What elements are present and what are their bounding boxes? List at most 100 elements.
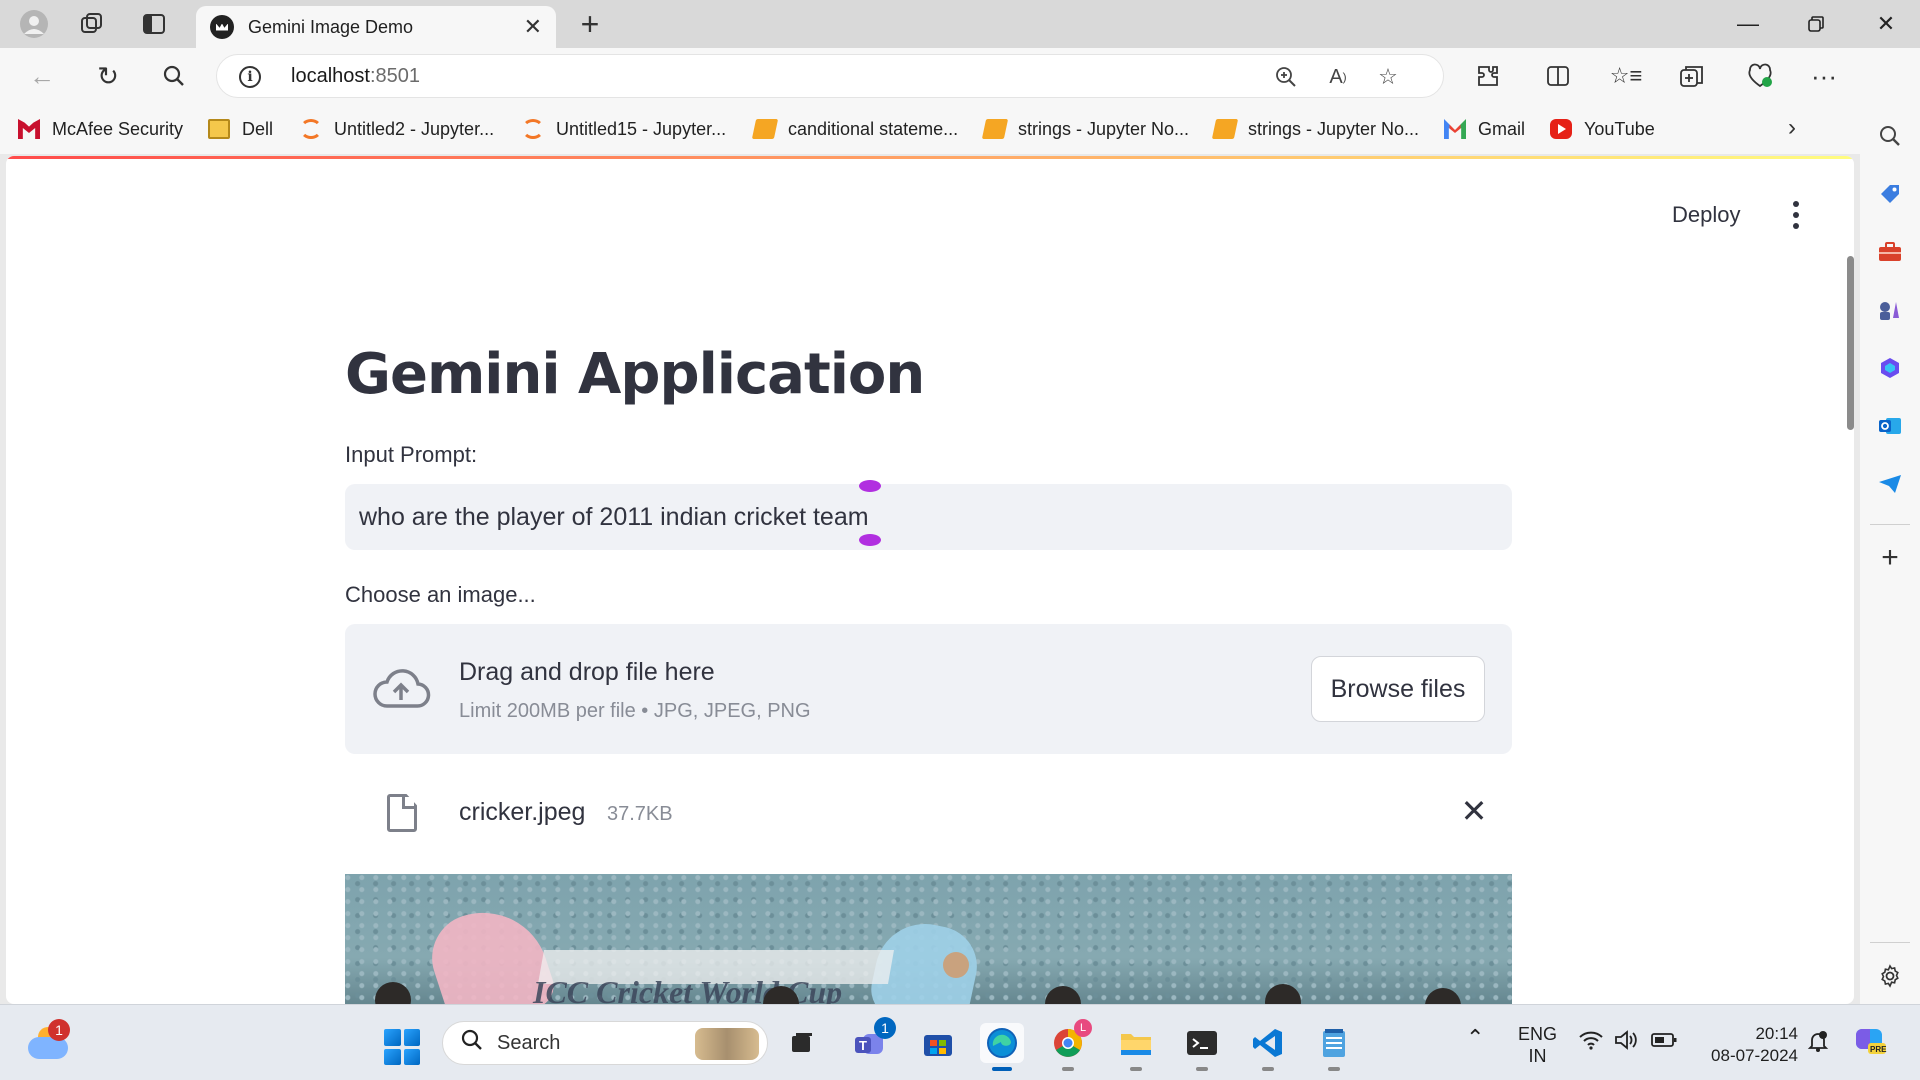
battery-icon[interactable] bbox=[1650, 1031, 1678, 1054]
copilot-preview-icon[interactable]: PRE bbox=[1854, 1025, 1888, 1062]
vscode-icon[interactable] bbox=[1246, 1023, 1290, 1071]
prompt-label: Input Prompt: bbox=[345, 442, 478, 467]
send-paper-plane-icon[interactable] bbox=[1868, 462, 1912, 506]
bookmark-conditional[interactable]: canditional stateme... bbox=[751, 116, 958, 142]
prompt-input-value: who are the player of 2011 indian cricke… bbox=[359, 502, 869, 531]
uploaded-file-item: cricker.jpeg 37.7KB ✕ bbox=[345, 776, 1512, 848]
bookmark-untitled15[interactable]: Untitled15 - Jupyter... bbox=[522, 116, 726, 142]
close-window-button[interactable]: ✕ bbox=[1852, 0, 1920, 48]
search-icon[interactable] bbox=[152, 56, 196, 96]
bookmark-gmail[interactable]: Gmail bbox=[1444, 116, 1525, 142]
extensions-icon[interactable] bbox=[1466, 56, 1510, 96]
bookmark-dell[interactable]: Dell bbox=[208, 116, 273, 142]
minimize-window-button[interactable]: — bbox=[1714, 0, 1782, 48]
image-player-head bbox=[375, 982, 411, 1004]
games-icon[interactable] bbox=[1868, 288, 1912, 332]
zoom-icon[interactable] bbox=[1269, 61, 1303, 93]
tools-briefcase-icon[interactable] bbox=[1868, 230, 1912, 274]
vertical-tabs-icon[interactable] bbox=[128, 6, 180, 42]
dropzone-limit-text: Limit 200MB per file • JPG, JPEG, PNG bbox=[459, 700, 811, 722]
bookmark-youtube[interactable]: YouTube bbox=[1550, 116, 1655, 142]
wifi-icon[interactable] bbox=[1578, 1029, 1604, 1056]
bookmark-mcafee[interactable]: McAfee Security bbox=[18, 116, 183, 142]
terminal-icon[interactable] bbox=[1180, 1023, 1224, 1071]
page-viewport: Deploy Gemini Application Input Prompt: … bbox=[6, 156, 1854, 1004]
jupyter-icon bbox=[522, 119, 544, 139]
outlook-icon[interactable] bbox=[1868, 404, 1912, 448]
file-explorer-icon[interactable] bbox=[1114, 1023, 1158, 1071]
input-language-indicator[interactable]: ENG IN bbox=[1518, 1023, 1557, 1067]
restore-window-button[interactable] bbox=[1782, 0, 1850, 48]
tab-gemini-image-demo[interactable]: Gemini Image Demo ✕ bbox=[196, 6, 556, 48]
site-info-icon[interactable]: i bbox=[239, 66, 261, 88]
url-text: localhost:8501 bbox=[291, 65, 420, 88]
show-hidden-icons-chevron-up-icon[interactable]: ⌃ bbox=[1466, 1027, 1484, 1049]
image-player-fist bbox=[943, 952, 969, 978]
favorite-star-icon[interactable]: ☆ bbox=[1371, 61, 1405, 93]
refresh-icon[interactable]: ↻ bbox=[86, 56, 130, 96]
microsoft-store-icon[interactable] bbox=[916, 1023, 960, 1063]
main-menu-kebab-icon[interactable] bbox=[1786, 198, 1806, 232]
uploaded-file-name: cricker.jpeg bbox=[459, 798, 586, 826]
notepad-icon[interactable] bbox=[1312, 1023, 1356, 1071]
browse-files-button[interactable]: Browse files bbox=[1311, 656, 1485, 722]
browser-toolbar: ← ↻ i localhost:8501 A) ☆ ☆≡ ··· bbox=[0, 48, 1920, 142]
more-options-icon[interactable]: ··· bbox=[1802, 56, 1846, 96]
collections-icon[interactable] bbox=[1670, 56, 1714, 96]
browser-essentials-icon[interactable] bbox=[1738, 56, 1782, 96]
sidebar-search-icon[interactable] bbox=[1868, 114, 1912, 158]
deploy-button[interactable]: Deploy bbox=[1672, 202, 1740, 228]
favorites-list-icon[interactable]: ☆≡ bbox=[1604, 56, 1648, 96]
windows-start-icon[interactable] bbox=[384, 1029, 420, 1065]
remove-file-close-icon[interactable]: ✕ bbox=[1457, 793, 1491, 829]
bookmark-strings-2[interactable]: strings - Jupyter No... bbox=[1211, 116, 1419, 142]
file-dropzone[interactable]: Drag and drop file here Limit 200MB per … bbox=[345, 624, 1512, 754]
microsoft365-icon[interactable] bbox=[1868, 346, 1912, 390]
sidebar-settings-gear-icon[interactable] bbox=[1868, 954, 1912, 998]
read-aloud-icon[interactable]: A) bbox=[1321, 61, 1355, 93]
teams-icon[interactable]: T 1 bbox=[848, 1017, 896, 1063]
taskbar-search-box[interactable]: Search bbox=[442, 1021, 768, 1065]
active-app-indicator bbox=[992, 1067, 1012, 1071]
url-port: :8501 bbox=[369, 65, 420, 87]
edge-browser-icon[interactable] bbox=[980, 1023, 1024, 1071]
gmail-icon bbox=[1444, 119, 1466, 139]
text-selection-handle-bottom[interactable] bbox=[859, 534, 881, 546]
shopping-tag-icon[interactable] bbox=[1868, 172, 1912, 216]
bookmark-label: Untitled2 - Jupyter... bbox=[334, 118, 495, 139]
bookmark-untitled2[interactable]: Untitled2 - Jupyter... bbox=[300, 116, 494, 142]
running-app-indicator bbox=[1262, 1067, 1274, 1071]
bookmark-label: Dell bbox=[242, 118, 274, 139]
prompt-input[interactable]: who are the player of 2011 indian cricke… bbox=[345, 484, 1512, 550]
system-clock[interactable]: 20:14 08-07-2024 bbox=[1688, 1023, 1798, 1067]
back-arrow-icon[interactable]: ← bbox=[20, 56, 64, 96]
task-view-icon[interactable] bbox=[780, 1023, 824, 1063]
notifications-bell-icon[interactable] bbox=[1806, 1029, 1830, 1058]
page-scrollbar-thumb[interactable] bbox=[1847, 256, 1854, 430]
split-screen-icon[interactable] bbox=[1536, 56, 1580, 96]
profile-icon[interactable] bbox=[8, 6, 60, 42]
chrome-profile-badge: L bbox=[1074, 1019, 1092, 1037]
clock-time: 20:14 bbox=[1755, 1024, 1798, 1043]
windows-taskbar: 1 Search T 1 L ⌃ ENG IN 20:14 08-07-2024… bbox=[0, 1004, 1920, 1080]
notebook-icon bbox=[1211, 119, 1239, 139]
chevron-right-icon[interactable]: › bbox=[1788, 114, 1796, 142]
search-icon bbox=[461, 1029, 483, 1057]
workspaces-icon[interactable] bbox=[66, 6, 118, 42]
close-tab-icon[interactable]: ✕ bbox=[524, 14, 542, 40]
notebook-icon bbox=[981, 119, 1009, 139]
new-tab-button[interactable]: + bbox=[570, 6, 610, 42]
chrome-icon[interactable]: L bbox=[1046, 1019, 1092, 1071]
bookmark-strings-1[interactable]: strings - Jupyter No... bbox=[981, 116, 1189, 142]
youtube-icon bbox=[1550, 119, 1572, 139]
text-selection-handle-top[interactable] bbox=[859, 480, 881, 492]
image-player-head bbox=[1425, 988, 1461, 1004]
image-player-head bbox=[1265, 984, 1301, 1004]
image-player-head bbox=[1045, 986, 1081, 1004]
volume-icon[interactable] bbox=[1614, 1029, 1640, 1056]
address-bar[interactable]: i localhost:8501 A) ☆ bbox=[216, 54, 1444, 98]
add-sidebar-app-icon[interactable]: + bbox=[1868, 536, 1912, 580]
streamlit-decoration-bar bbox=[6, 156, 1854, 159]
bookmark-label: Untitled15 - Jupyter... bbox=[556, 118, 727, 139]
sidebar-divider bbox=[1870, 524, 1910, 525]
